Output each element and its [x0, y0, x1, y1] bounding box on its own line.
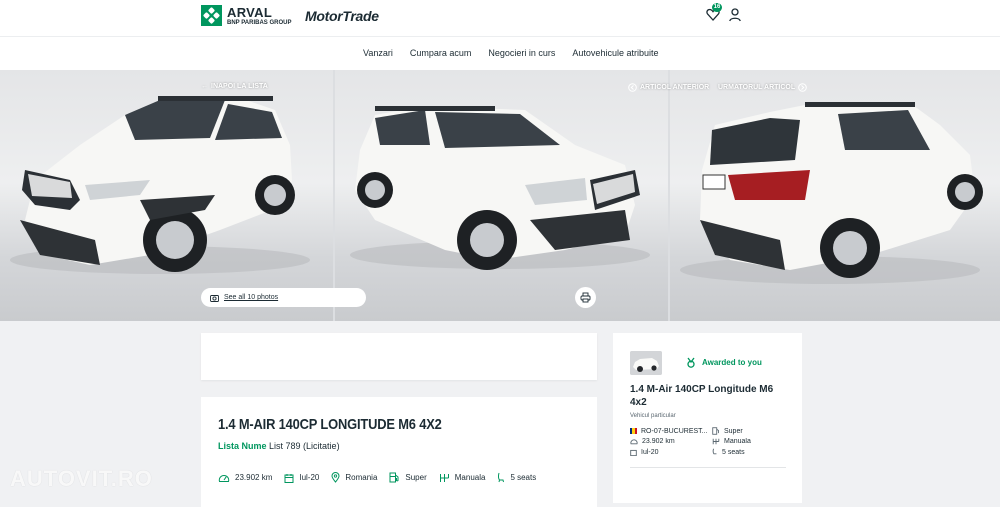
account-button[interactable]: [728, 6, 742, 22]
nav-item-cumpara-acum[interactable]: Cumpara acum: [410, 48, 472, 58]
motortrade-logo[interactable]: MotorTrade: [305, 8, 379, 24]
top-header: ARVAL BNP PARIBAS GROUP MotorTrade 16: [0, 0, 1000, 36]
seat-icon: [712, 448, 717, 455]
circle-arrow-right-icon: [798, 83, 807, 92]
speedometer-icon: [218, 474, 230, 482]
awarded-label: Awarded to you: [702, 358, 762, 367]
arval-logo[interactable]: ARVAL BNP PARIBAS GROUP: [201, 5, 291, 26]
arrow-left-icon: ←: [201, 83, 208, 90]
printer-icon: [580, 292, 591, 303]
brand-name: ARVAL: [227, 4, 273, 20]
summary-location: RO-07-BUCUREST...: [630, 427, 712, 435]
next-article-label: URMATORUL ARTICOL: [718, 84, 796, 91]
previous-article-link[interactable]: ARTICOL ANTERIOR: [628, 83, 709, 92]
print-button[interactable]: [575, 287, 596, 308]
listing-card: 1.4 M-AIR 140CP LONGITUDE M6 4X2 Lista N…: [201, 397, 597, 507]
fuel-pump-icon: [389, 472, 399, 483]
camera-icon: [210, 294, 219, 302]
previous-article-label: ARTICOL ANTERIOR: [640, 84, 710, 91]
award-medal-icon: [687, 357, 695, 368]
photo-gallery: [0, 70, 1000, 321]
list-name-value: List 789 (Licitatie): [269, 441, 340, 451]
list-name-label: Lista Nume: [218, 441, 267, 451]
arval-logo-mark: [201, 5, 222, 26]
car-photo-1[interactable]: [0, 70, 333, 321]
brand-tagline: BNP PARIBAS GROUP: [227, 19, 292, 26]
seat-icon: [498, 472, 505, 483]
listing-specs: 23.902 km Iul-20 Romania Super Manuala 5…: [218, 472, 548, 483]
spec-country: Romania: [331, 472, 377, 483]
car-front-left-image: [10, 96, 310, 274]
calendar-icon: [284, 473, 294, 483]
car-front-right-image: [350, 106, 650, 270]
main-nav: Vanzari Cumpara acum Negocieri in curs A…: [0, 36, 1000, 70]
list-name: Lista Nume List 789 (Licitatie): [218, 441, 340, 451]
summary-fuel: Super: [712, 427, 790, 435]
romania-flag-icon: [630, 428, 637, 434]
vehicle-thumbnail[interactable]: [630, 351, 662, 375]
favorites-count-badge: 16: [712, 3, 722, 12]
car-thumbnail-image: [630, 351, 662, 375]
car-rear-image: [680, 102, 983, 284]
spec-gearbox: Manuala: [439, 473, 485, 483]
summary-seats: 5 seats: [712, 448, 790, 456]
see-all-photos-button[interactable]: See all 10 photos: [201, 288, 366, 307]
autovit-watermark: AUTOVIT.RO: [10, 466, 153, 491]
nav-item-vanzari[interactable]: Vanzari: [363, 48, 393, 58]
next-article-link[interactable]: URMATORUL ARTICOL: [718, 83, 807, 92]
summary-date: Iul-20: [630, 448, 712, 456]
summary-specs: RO-07-BUCUREST... Super 23.902 km Manual…: [630, 427, 790, 456]
spec-seats: 5 seats: [497, 472, 536, 483]
listing-title: 1.4 M-AIR 140CP LONGITUDE M6 4X2: [218, 416, 442, 433]
car-photo-2[interactable]: [335, 70, 668, 321]
summary-title: 1.4 M-Air 140CP Longitude M6 4x2: [630, 384, 774, 408]
nav-item-autovehicule-atribuite[interactable]: Autovehicule atribuite: [572, 48, 658, 58]
calendar-icon: [630, 449, 637, 456]
awarded-summary-card: Awarded to you 1.4 M-Air 140CP Longitude…: [613, 333, 802, 503]
see-all-photos-label: See all 10 photos: [224, 294, 279, 301]
location-pin-icon: [331, 472, 340, 483]
empty-info-card: [201, 333, 597, 380]
user-icon: [729, 8, 741, 22]
fuel-pump-icon: [712, 427, 719, 435]
spec-mileage: 23.902 km: [218, 473, 272, 483]
spec-fuel: Super: [389, 472, 427, 483]
favorites-button[interactable]: 16: [706, 3, 722, 22]
circle-arrow-left-icon: [628, 83, 637, 92]
gearbox-icon: [439, 473, 449, 482]
gearbox-icon: [712, 438, 720, 445]
awarded-status: Awarded to you: [686, 357, 762, 368]
summary-divider: [630, 467, 786, 468]
vehicle-type: Vehicul particular: [630, 413, 676, 419]
back-to-list-label: INAPOI LA LISTA: [211, 83, 268, 90]
back-to-list-link[interactable]: ← INAPOI LA LISTA: [201, 83, 268, 90]
summary-gearbox: Manuala: [712, 438, 790, 445]
nav-item-negocieri-in-curs[interactable]: Negocieri in curs: [488, 48, 555, 58]
summary-mileage: 23.902 km: [630, 438, 712, 445]
car-photo-3[interactable]: [670, 70, 1000, 321]
spec-date: Iul-20: [284, 473, 319, 483]
speedometer-icon: [630, 439, 638, 445]
